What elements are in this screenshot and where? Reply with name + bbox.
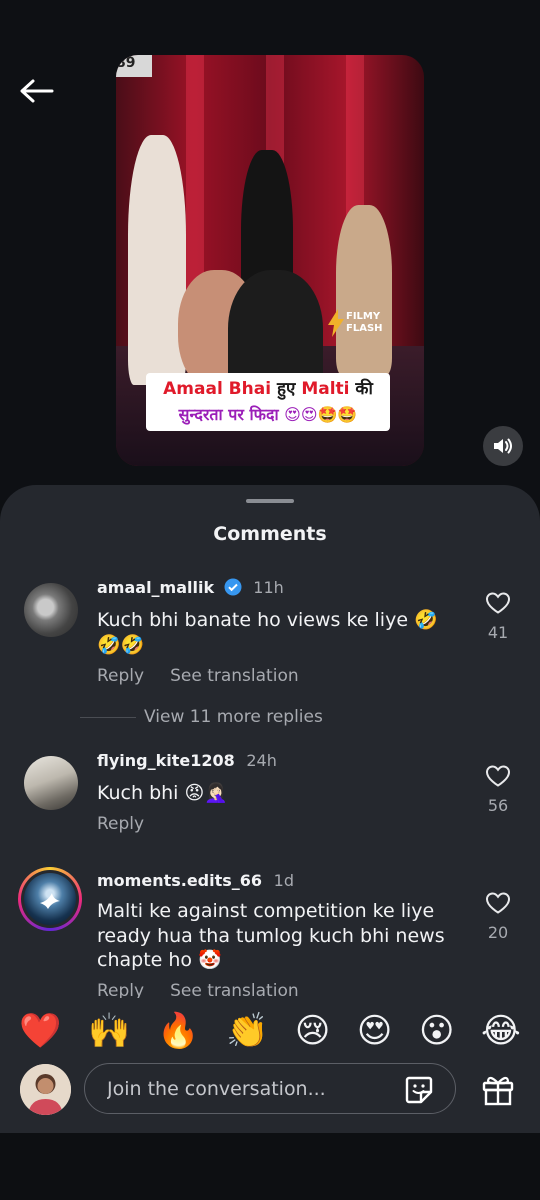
view-more-replies-label[interactable]: View 11 more replies <box>144 707 323 727</box>
video-area: 89 FILMY FLASH Amaal Bhai हुए Malti की स… <box>0 0 540 500</box>
emoji-red-heart[interactable]: ❤️ <box>19 1014 61 1048</box>
emoji-reaction-bar: ❤️ 🙌 🔥 👏 😢 😍 😮 😂 <box>0 998 540 1064</box>
comment-time: 11h <box>253 578 284 597</box>
username-row[interactable]: amaal_mallik 11h <box>97 578 284 597</box>
view-more-replies-button[interactable]: View 11 more replies <box>80 707 323 727</box>
comment-text: Malti ke against competition ke liye rea… <box>97 900 445 971</box>
emoji-crying-face[interactable]: 😢 <box>295 1014 330 1048</box>
comment-actions: Reply <box>97 814 170 834</box>
username[interactable]: amaal_mallik <box>97 578 214 597</box>
comment-time: 24h <box>246 751 277 770</box>
heart-icon[interactable] <box>485 891 511 915</box>
username-row[interactable]: moments.edits_66 1d <box>97 871 294 890</box>
comment-input[interactable] <box>105 1064 389 1114</box>
reply-button[interactable]: Reply <box>97 666 144 686</box>
gift-icon[interactable] <box>480 1072 516 1108</box>
emoji-heart-eyes[interactable]: 😍 <box>357 1014 392 1048</box>
sheet-title: Comments <box>213 523 327 545</box>
username-row[interactable]: flying_kite1208 24h <box>97 751 277 770</box>
emoji-laughing-tears[interactable]: 😂 <box>481 1014 521 1048</box>
badge-label: FILMY FLASH <box>346 311 383 334</box>
verified-badge-icon <box>224 578 242 596</box>
heart-icon[interactable] <box>485 591 511 615</box>
emoji-surprised-face[interactable]: 😮 <box>419 1014 454 1048</box>
like-count: 56 <box>487 796 509 815</box>
emoji-fire[interactable]: 🔥 <box>157 1014 199 1048</box>
avatar[interactable] <box>24 583 78 637</box>
like-control: 41 <box>482 591 514 642</box>
sticker-icon[interactable] <box>403 1074 435 1106</box>
comment-input-field[interactable] <box>84 1063 456 1114</box>
like-count: 20 <box>487 923 509 942</box>
volume-icon[interactable] <box>483 426 523 466</box>
emoji-clapping-hands[interactable]: 👏 <box>226 1014 268 1048</box>
emoji-raising-hands[interactable]: 🙌 <box>88 1014 130 1048</box>
comment-text: Kuch bhi banate ho views ke liye 🤣🤣🤣 <box>97 609 438 656</box>
reel-video-thumbnail[interactable]: 89 FILMY FLASH Amaal Bhai हुए Malti की स… <box>116 55 424 466</box>
comment-time: 1d <box>273 871 294 890</box>
back-arrow-icon[interactable] <box>14 70 58 114</box>
channel-logo: 89 <box>116 55 152 77</box>
drag-handle[interactable] <box>246 499 294 503</box>
like-count: 41 <box>487 623 509 642</box>
comment-composer <box>0 1060 540 1133</box>
username[interactable]: moments.edits_66 <box>97 871 262 890</box>
heart-icon[interactable] <box>485 764 511 788</box>
username[interactable]: flying_kite1208 <box>97 751 235 770</box>
reply-button[interactable]: Reply <box>97 814 144 834</box>
bottom-spacer <box>0 1133 540 1200</box>
avatar[interactable] <box>24 756 78 810</box>
like-control: 20 <box>482 891 514 942</box>
like-control: 56 <box>482 764 514 815</box>
see-translation-button[interactable]: See translation <box>170 666 299 686</box>
filmy-flash-badge: FILMY FLASH <box>328 305 394 345</box>
comment-text: Kuch bhi 😡🤦🏻‍♀️ <box>97 782 228 804</box>
video-caption: Amaal Bhai हुए Malti की सुन्दरता पर फिदा… <box>146 373 390 431</box>
my-avatar[interactable] <box>20 1064 71 1115</box>
avatar[interactable] <box>18 867 82 931</box>
comment-actions: Reply See translation <box>97 666 325 686</box>
